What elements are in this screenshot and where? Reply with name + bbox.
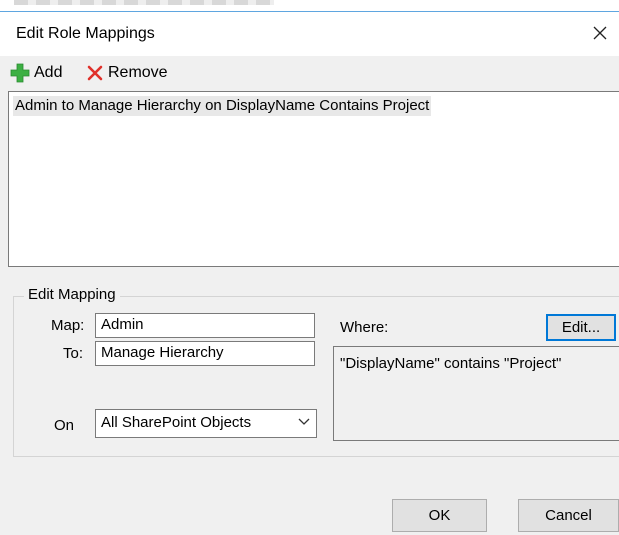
window-title: Edit Role Mappings <box>16 25 155 42</box>
remove-button-label: Remove <box>108 64 168 81</box>
edit-where-button[interactable]: Edit... <box>546 314 616 341</box>
on-select-value: All SharePoint Objects <box>101 414 252 431</box>
remove-button[interactable]: Remove <box>86 62 168 84</box>
green-plus-icon <box>10 63 30 83</box>
toolbar: Add Remove <box>0 56 619 90</box>
map-field[interactable]: Admin <box>95 313 315 338</box>
where-condition-text: "DisplayName" contains "Project" <box>340 355 562 372</box>
close-icon <box>593 26 607 40</box>
red-x-icon <box>87 65 103 81</box>
ok-button[interactable]: OK <box>392 499 487 532</box>
edit-mapping-legend: Edit Mapping <box>24 286 120 303</box>
close-button[interactable] <box>589 22 611 44</box>
on-select[interactable]: All SharePoint Objects <box>95 409 317 438</box>
title-bar: Edit Role Mappings <box>0 12 619 56</box>
add-button-label: Add <box>34 64 63 81</box>
cancel-button[interactable]: Cancel <box>518 499 619 532</box>
to-field[interactable]: Manage Hierarchy <box>95 341 315 366</box>
background-window-text <box>14 0 274 5</box>
chevron-down-icon <box>298 418 310 425</box>
where-condition-box: "DisplayName" contains "Project" <box>333 346 619 441</box>
map-label: Map: <box>51 317 85 334</box>
list-item[interactable]: Admin to Manage Hierarchy on DisplayName… <box>13 96 432 116</box>
where-label: Where: <box>340 319 389 336</box>
to-label: To: <box>63 345 84 362</box>
role-mappings-list[interactable]: Admin to Manage Hierarchy on DisplayName… <box>8 91 619 267</box>
background-window-strip <box>0 0 619 12</box>
on-label: On <box>54 417 75 434</box>
add-button[interactable]: Add <box>10 62 62 84</box>
